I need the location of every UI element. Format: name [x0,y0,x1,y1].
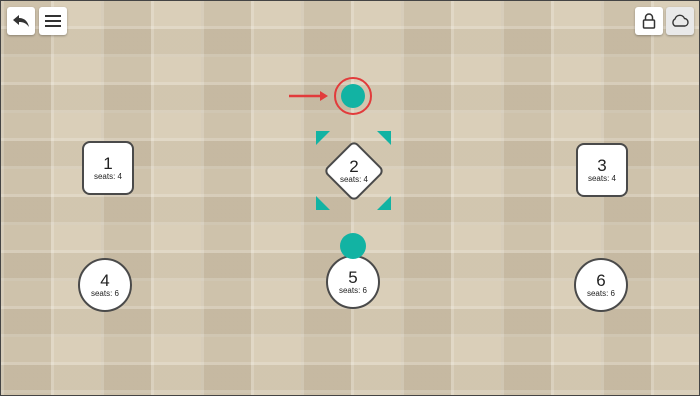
table-number: 5 [348,268,358,287]
table-seats: seats: 4 [587,174,616,183]
table-seats: seats: 6 [586,289,615,298]
table-seats: seats: 4 [339,175,368,184]
table-number: 6 [596,271,606,290]
table-2-label: 2 seats: 4 [325,142,383,200]
back-arrow-icon [13,15,29,27]
floor-plan-canvas[interactable]: 1 seats: 4 2 seats: 4 3 seats: 4 4 seats… [0,0,700,396]
table-number: 2 [349,157,359,176]
table-number: 3 [597,156,607,175]
table-seats: seats: 6 [338,286,367,295]
highlight-annotation [289,77,372,115]
resize-handle-bottom-left[interactable] [316,196,330,210]
resize-handle-bottom-right[interactable] [377,196,391,210]
lock-button[interactable] [635,7,663,35]
menu-button[interactable] [39,7,67,35]
table-3[interactable]: 3 seats: 4 [576,143,628,197]
table-seats: seats: 6 [90,289,119,298]
cloud-button[interactable] [666,7,694,35]
table-2[interactable]: 2 seats: 4 [322,139,386,203]
resize-handle-top-left[interactable] [316,131,330,145]
lock-icon [642,13,656,29]
hamburger-menu-icon [45,15,61,27]
table-number: 1 [103,154,113,173]
table-4[interactable]: 4 seats: 6 [78,258,132,312]
drag-handle[interactable] [340,233,366,259]
table-number: 4 [100,271,110,290]
resize-handle-top-right[interactable] [377,131,391,145]
table-6[interactable]: 6 seats: 6 [574,258,628,312]
cloud-icon [672,14,689,27]
table-seats: seats: 4 [93,172,122,181]
table-1[interactable]: 1 seats: 4 [82,141,134,195]
table-5[interactable]: 5 seats: 6 [326,255,380,309]
back-button[interactable] [7,7,35,35]
